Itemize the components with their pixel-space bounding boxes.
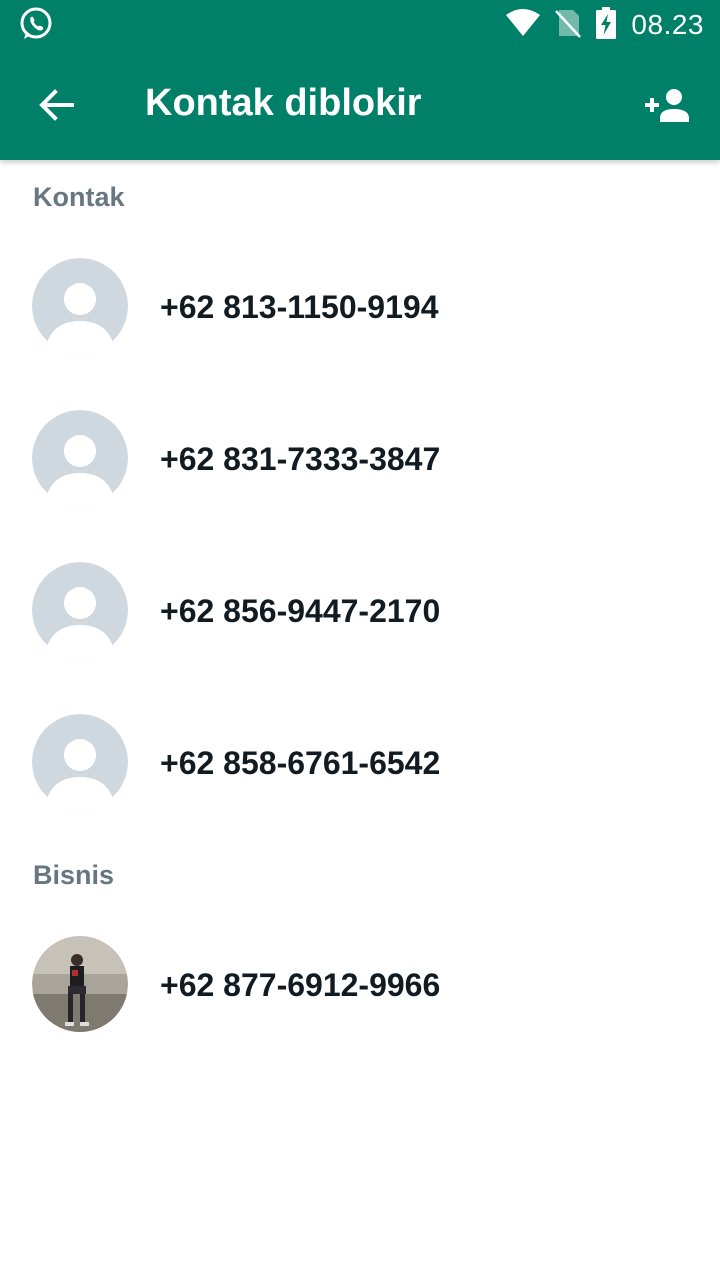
- section-header-contacts: Kontak: [33, 182, 125, 212]
- app-bar: 08.23 Kontak diblokir: [0, 0, 720, 160]
- wifi-icon: [505, 8, 541, 42]
- profile-photo: [32, 936, 128, 1032]
- default-avatar-icon: [32, 562, 128, 658]
- default-avatar-icon: [32, 258, 128, 354]
- back-button[interactable]: [24, 75, 88, 139]
- section-header-business: Bisnis: [33, 860, 115, 890]
- blocked-contact-row[interactable]: +62 856-9447-2170: [0, 540, 720, 680]
- blocked-contact-row[interactable]: +62 813-1150-9194: [0, 236, 720, 376]
- arrow-left-icon: [38, 88, 74, 126]
- blocked-contact-row[interactable]: +62 877-6912-9966: [0, 914, 720, 1054]
- default-avatar-icon: [32, 714, 128, 810]
- contact-phone: +62 813-1150-9194: [160, 289, 439, 325]
- battery-charging-icon: [595, 6, 617, 44]
- default-avatar-icon: [32, 410, 128, 506]
- page-title: Kontak diblokir: [145, 82, 422, 124]
- toolbar: Kontak diblokir: [0, 50, 720, 160]
- contact-phone: +62 877-6912-9966: [160, 967, 441, 1003]
- status-bar: 08.23: [0, 0, 720, 50]
- no-sim-icon: [555, 8, 582, 43]
- add-contact-icon: [645, 88, 691, 127]
- contact-phone: +62 831-7333-3847: [160, 441, 441, 477]
- blocked-contact-row[interactable]: +62 858-6761-6542: [0, 692, 720, 832]
- add-contact-button[interactable]: [636, 75, 700, 139]
- whatsapp-icon: [18, 6, 54, 42]
- blocked-contact-row[interactable]: +62 831-7333-3847: [0, 388, 720, 528]
- contact-phone: +62 856-9447-2170: [160, 593, 441, 629]
- contact-phone: +62 858-6761-6542: [160, 745, 441, 781]
- status-time: 08.23: [631, 9, 704, 40]
